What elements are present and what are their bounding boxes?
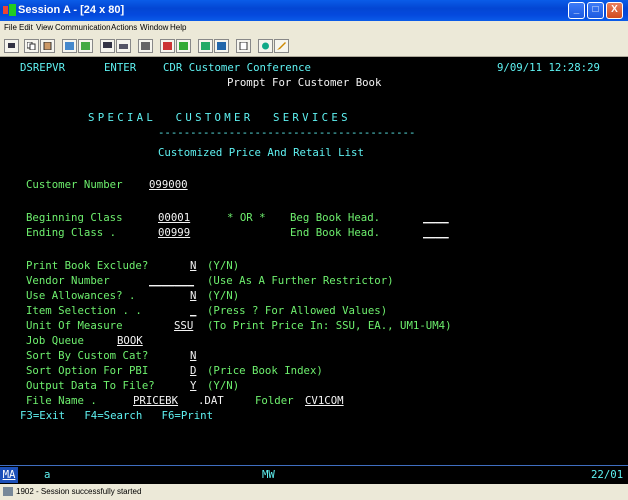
window-title: Session A - [24 x 80]	[18, 4, 125, 16]
minimize-button[interactable]: _	[568, 2, 585, 19]
session-status-icon	[3, 487, 13, 496]
unit-of-measure-hint: (To Print Price In: SSU, EA., UM1-UM4)	[207, 319, 452, 332]
ending-class-label: Ending Class .	[26, 226, 117, 239]
menu-window[interactable]: Window	[140, 23, 168, 32]
banner-divider: ----------------------------------------	[158, 126, 416, 139]
ending-class-field[interactable]: 00999	[158, 225, 190, 240]
beginning-class-label: Beginning Class	[26, 211, 123, 224]
message-indicator: MA	[0, 467, 18, 483]
toolbar	[0, 36, 628, 57]
status-bar: 1902 - Session successfully started	[0, 484, 628, 500]
vendor-number-hint: (Use As A Further Restrictor)	[207, 274, 394, 287]
edit-icon[interactable]	[274, 39, 289, 53]
screen-title: Prompt For Customer Book	[227, 76, 382, 89]
clipboard-icon[interactable]	[236, 39, 251, 53]
banner-title: SPECIAL CUSTOMER SERVICES	[88, 111, 351, 124]
customer-number-field[interactable]: 099000	[149, 177, 188, 192]
menu-actions[interactable]: Actions	[111, 23, 137, 32]
item-selection-hint: (Press ? For Allowed Values)	[207, 304, 388, 317]
globe-icon[interactable]	[258, 39, 273, 53]
beg-book-head-field[interactable]: ____	[423, 210, 449, 225]
session-indicator: a	[44, 468, 51, 481]
playback-icon[interactable]	[176, 39, 191, 53]
sort-option-pbi-hint: (Price Book Index)	[207, 364, 323, 377]
copy-icon[interactable]	[24, 39, 39, 53]
subtitle: Customized Price And Retail List	[158, 146, 364, 159]
sort-option-pbi-label: Sort Option For PBI	[26, 364, 149, 377]
close-button[interactable]: X	[606, 2, 623, 19]
use-allowances-label: Use Allowances? .	[26, 289, 136, 302]
keyboard-icon[interactable]	[116, 39, 131, 53]
folder-field[interactable]: CV1COM	[305, 393, 344, 408]
send-icon[interactable]	[62, 39, 77, 53]
maximize-button[interactable]: □	[587, 2, 604, 19]
unit-of-measure-label: Unit Of Measure	[26, 319, 123, 332]
vendor-number-field[interactable]: _______	[149, 273, 194, 288]
function-key-legend: F3=Exit F4=Search F6=Print	[20, 409, 214, 422]
file-extension: .DAT	[198, 394, 224, 407]
print-book-exclude-hint: (Y/N)	[207, 259, 240, 272]
menu-file[interactable]: File	[4, 23, 17, 32]
print-screen-icon[interactable]	[4, 39, 19, 53]
vendor-number-label: Vendor Number	[26, 274, 110, 287]
color-icon[interactable]	[198, 39, 213, 53]
operator-info-area: MA a MW 22/01	[0, 465, 628, 484]
macro-icon[interactable]	[138, 39, 153, 53]
beginning-class-field[interactable]: 00001	[158, 210, 190, 225]
item-selection-label: Item Selection . .	[26, 304, 142, 317]
paste-icon[interactable]	[40, 39, 55, 53]
display-icon[interactable]	[100, 39, 115, 53]
receive-icon[interactable]	[78, 39, 93, 53]
customer-number-label: Customer Number	[26, 178, 123, 191]
map-icon[interactable]	[214, 39, 229, 53]
menu-communication[interactable]: Communication	[55, 23, 111, 32]
terminal-screen[interactable]: DSREPVR ENTER CDR Customer Conference 9/…	[0, 57, 628, 465]
file-name-label: File Name .	[26, 394, 97, 407]
print-book-exclude-label: Print Book Exclude?	[26, 259, 149, 272]
cursor-position: 22/01	[591, 468, 624, 481]
window-title-bar[interactable]: Session A - [24 x 80] _ □ X	[0, 0, 628, 21]
sort-custom-cat-field[interactable]: N	[190, 348, 196, 363]
record-icon[interactable]	[160, 39, 175, 53]
input-mode-indicator: MW	[262, 468, 275, 481]
menu-edit[interactable]: Edit	[19, 23, 33, 32]
program-id: DSREPVR	[20, 61, 66, 74]
item-selection-field[interactable]: _	[190, 303, 196, 318]
or-separator: * OR *	[227, 211, 266, 224]
unit-of-measure-field[interactable]: SSU	[174, 318, 193, 333]
job-queue-field[interactable]: BOOK	[117, 333, 143, 348]
sort-custom-cat-label: Sort By Custom Cat?	[26, 349, 149, 362]
menu-help[interactable]: Help	[170, 23, 186, 32]
output-to-file-label: Output Data To File?	[26, 379, 155, 392]
output-to-file-field[interactable]: Y	[190, 378, 196, 393]
end-book-head-label: End Book Head.	[290, 226, 381, 239]
job-queue-label: Job Queue	[26, 334, 84, 347]
use-allowances-hint: (Y/N)	[207, 289, 240, 302]
print-book-exclude-field[interactable]: N	[190, 258, 196, 273]
sort-option-pbi-field[interactable]: D	[190, 363, 196, 378]
menu-view[interactable]: View	[36, 23, 53, 32]
menu-bar: File Edit View Communication Actions Win…	[0, 21, 628, 36]
folder-label: Folder	[255, 394, 294, 407]
end-book-head-field[interactable]: ____	[423, 225, 449, 240]
use-allowances-field[interactable]: N	[190, 288, 196, 303]
output-to-file-hint: (Y/N)	[207, 379, 240, 392]
date-time: 9/09/11 12:28:29	[497, 61, 600, 74]
session-app-icon	[3, 4, 16, 16]
mode-indicator: ENTER	[104, 61, 137, 74]
company-name: CDR Customer Conference	[163, 61, 311, 74]
beg-book-head-label: Beg Book Head.	[290, 211, 381, 224]
file-name-field[interactable]: PRICEBK	[133, 393, 178, 408]
status-message: 1902 - Session successfully started	[16, 487, 142, 496]
